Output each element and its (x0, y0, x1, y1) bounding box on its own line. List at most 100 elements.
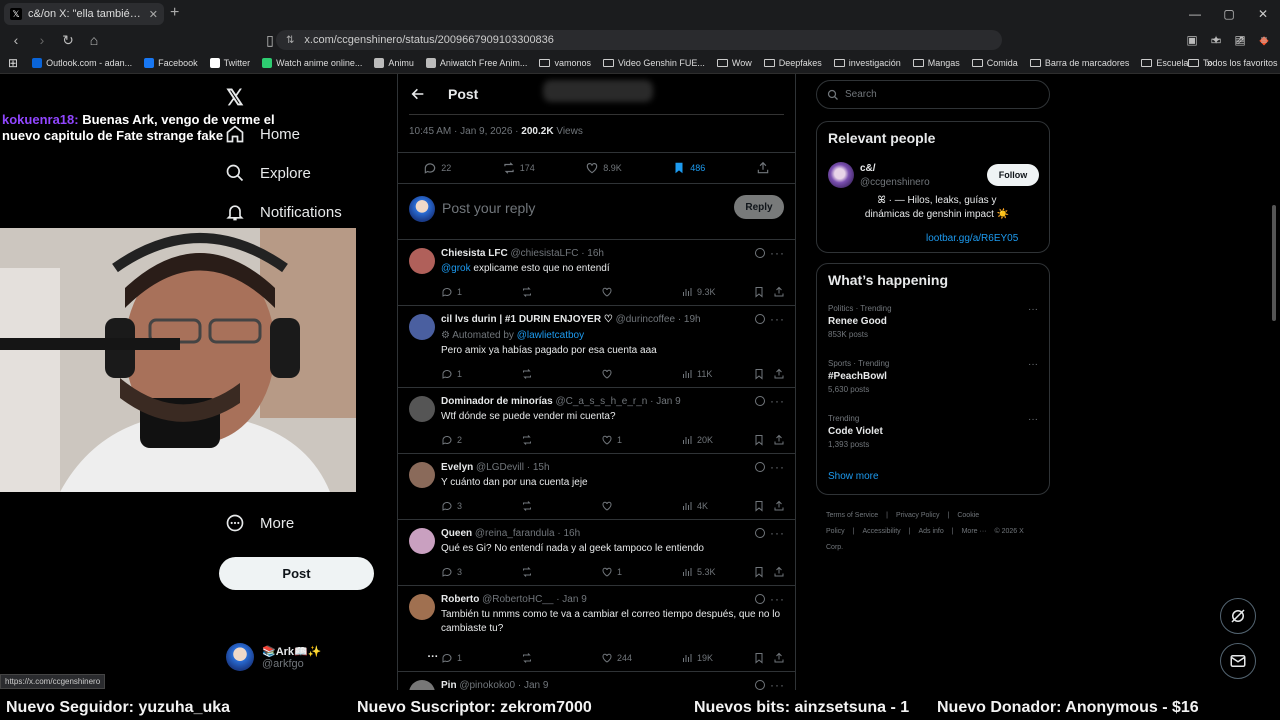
avatar[interactable] (828, 162, 854, 188)
repost-action[interactable] (521, 566, 601, 578)
bookmark-action[interactable] (753, 652, 773, 664)
apps-grid-icon[interactable]: ⊞ (8, 56, 18, 70)
share-action[interactable] (773, 434, 785, 446)
share-action[interactable] (773, 368, 785, 380)
avatar[interactable] (409, 396, 435, 422)
bookmark-item[interactable]: Wow (716, 58, 752, 68)
like-action[interactable]: 244 (601, 652, 681, 664)
grok-explain-icon[interactable] (755, 528, 765, 538)
repost-action[interactable] (521, 286, 601, 298)
reply-action[interactable]: 3 (441, 566, 521, 578)
grok-explain-icon[interactable] (755, 594, 765, 604)
tweet-more-icon[interactable]: ··· (770, 394, 785, 408)
repost-action[interactable] (521, 652, 601, 664)
maximize-icon[interactable]: ▢ (1212, 0, 1246, 28)
reply-author[interactable]: Pin @pinokoko0 · Jan 9 (441, 680, 548, 690)
avatar[interactable] (409, 528, 435, 554)
reply-author[interactable]: Chiesista LFC @chiesistaLFC · 16h (441, 248, 604, 259)
bookmark-action[interactable] (753, 566, 773, 578)
reply-tweet[interactable]: Evelyn @LGDevill · 15h ··· Y cuánto dan po… (398, 454, 795, 520)
views-action[interactable]: 5.3K (681, 566, 753, 578)
repost-action[interactable]: 174 (502, 161, 535, 175)
like-action[interactable] (601, 286, 681, 298)
trend-item[interactable]: Trending Code Violet 1,393 posts ··· (828, 414, 1038, 449)
trend-more-icon[interactable]: ··· (1028, 414, 1038, 425)
grok-button[interactable] (1220, 598, 1256, 634)
reply-action[interactable]: 22 (423, 161, 451, 175)
reply-author[interactable]: Dominador de minorías @C_a_s_s_h_e_r_n ·… (441, 396, 681, 407)
share-action[interactable] (773, 652, 785, 664)
bookmark-item[interactable]: Animu (374, 57, 414, 68)
reply-author[interactable]: Roberto @RobertoHC__ · Jan 9 (441, 594, 587, 605)
person-name[interactable]: c&/ (860, 163, 876, 174)
bookmark-item[interactable]: Escuela (1141, 58, 1188, 68)
back-icon[interactable]: ‹ (6, 30, 26, 50)
bookmark-action[interactable]: 486 (672, 161, 705, 175)
footer-link[interactable]: Terms of Service (826, 512, 878, 519)
grok-explain-icon[interactable] (755, 680, 765, 690)
avatar[interactable] (409, 314, 435, 340)
reply-tweet[interactable]: Dominador de minorías @C_a_s_s_h_e_r_n ·… (398, 388, 795, 454)
repost-action[interactable] (521, 368, 601, 380)
bio-link[interactable]: lootbar.gg/a/R6EY05 (926, 233, 1018, 244)
trend-item[interactable]: Sports · Trending #PeachBowl 5,630 posts ··… (828, 359, 1038, 394)
automated-link[interactable]: @lawlietcatboy (517, 330, 584, 341)
page-scrollbar[interactable] (1272, 205, 1276, 321)
sidebar-toggle-icon[interactable]: ▤ (1230, 30, 1250, 50)
mention-link[interactable]: @grok (441, 263, 471, 274)
site-info-icon[interactable]: ⇅ (286, 35, 294, 46)
bookmark-item[interactable]: Comida (971, 58, 1018, 68)
bookmark-item[interactable]: Facebook (144, 57, 198, 68)
share-action[interactable] (773, 286, 785, 298)
like-action[interactable] (601, 500, 681, 512)
reply-action[interactable]: 1 (441, 368, 521, 380)
back-arrow-icon[interactable] (410, 86, 426, 102)
minimize-icon[interactable]: — (1178, 0, 1212, 28)
views-action[interactable]: 9.3K (681, 286, 753, 298)
bookmark-action[interactable] (753, 286, 773, 298)
bookmark-item[interactable]: Mangas (912, 58, 960, 68)
reply-action[interactable]: 2 (441, 434, 521, 446)
footer-link[interactable]: More ··· (962, 528, 987, 535)
show-more-link[interactable]: Show more (828, 471, 879, 482)
extensions-icon[interactable]: ✦ (1206, 30, 1226, 50)
reply-tweet[interactable]: Pin @pinokoko0 · Jan 9 ··· (398, 672, 795, 690)
bookmark-item[interactable]: Twitter (209, 57, 250, 68)
bookmark-action[interactable] (753, 368, 773, 380)
grok-explain-icon[interactable] (755, 462, 765, 472)
bookmark-item[interactable]: vamonos (539, 58, 591, 68)
messages-button[interactable] (1220, 643, 1256, 679)
avatar[interactable] (409, 462, 435, 488)
tweet-more-icon[interactable]: ··· (770, 246, 785, 260)
repost-action[interactable] (521, 500, 601, 512)
reply-tweet[interactable]: Chiesista LFC @chiesistaLFC · 16h ··· @gro… (398, 240, 795, 306)
footer-link[interactable]: Accessibility (863, 528, 901, 535)
reply-input[interactable]: Post your reply (442, 200, 535, 216)
x-logo-icon[interactable]: 𝕏 (226, 85, 244, 111)
new-tab-button[interactable]: + (170, 4, 179, 22)
avatar[interactable] (409, 680, 435, 690)
views-action[interactable]: 20K (681, 434, 753, 446)
bookmark-item[interactable]: Outlook.com - adan... (32, 57, 132, 68)
nav-more[interactable]: More (224, 512, 294, 534)
follow-button[interactable]: Follow (987, 164, 1039, 186)
nav-notifications[interactable]: Notifications (224, 201, 342, 223)
reply-tweet[interactable]: cil lvs durin | #1 DURIN ENJOYER ♡ @duri… (398, 306, 795, 388)
tweet-more-icon[interactable]: ··· (770, 312, 785, 326)
footer-link[interactable]: Ads info (918, 528, 943, 535)
like-action[interactable] (601, 368, 681, 380)
grok-explain-icon[interactable] (755, 248, 765, 258)
trend-more-icon[interactable]: ··· (1028, 304, 1038, 315)
menu-icon[interactable]: ≡ (1254, 30, 1274, 50)
tweet-more-icon[interactable]: ··· (770, 678, 785, 690)
reload-icon[interactable]: ↻ (58, 30, 78, 50)
home-browser-icon[interactable]: ⌂ (84, 30, 104, 50)
all-favorites[interactable]: Todos los favoritos (1188, 58, 1278, 68)
reply-tweet[interactable]: Roberto @RobertoHC__ · Jan 9 ··· También t… (398, 586, 795, 672)
views-action[interactable]: 11K (681, 368, 753, 380)
reply-author[interactable]: Queen @reina_farandula · 16h (441, 528, 580, 539)
bookmark-item[interactable]: investigación (833, 58, 901, 68)
reply-action[interactable]: 1 (441, 652, 521, 664)
close-tab-icon[interactable]: ✕ (149, 8, 158, 21)
share-action[interactable] (756, 161, 770, 175)
